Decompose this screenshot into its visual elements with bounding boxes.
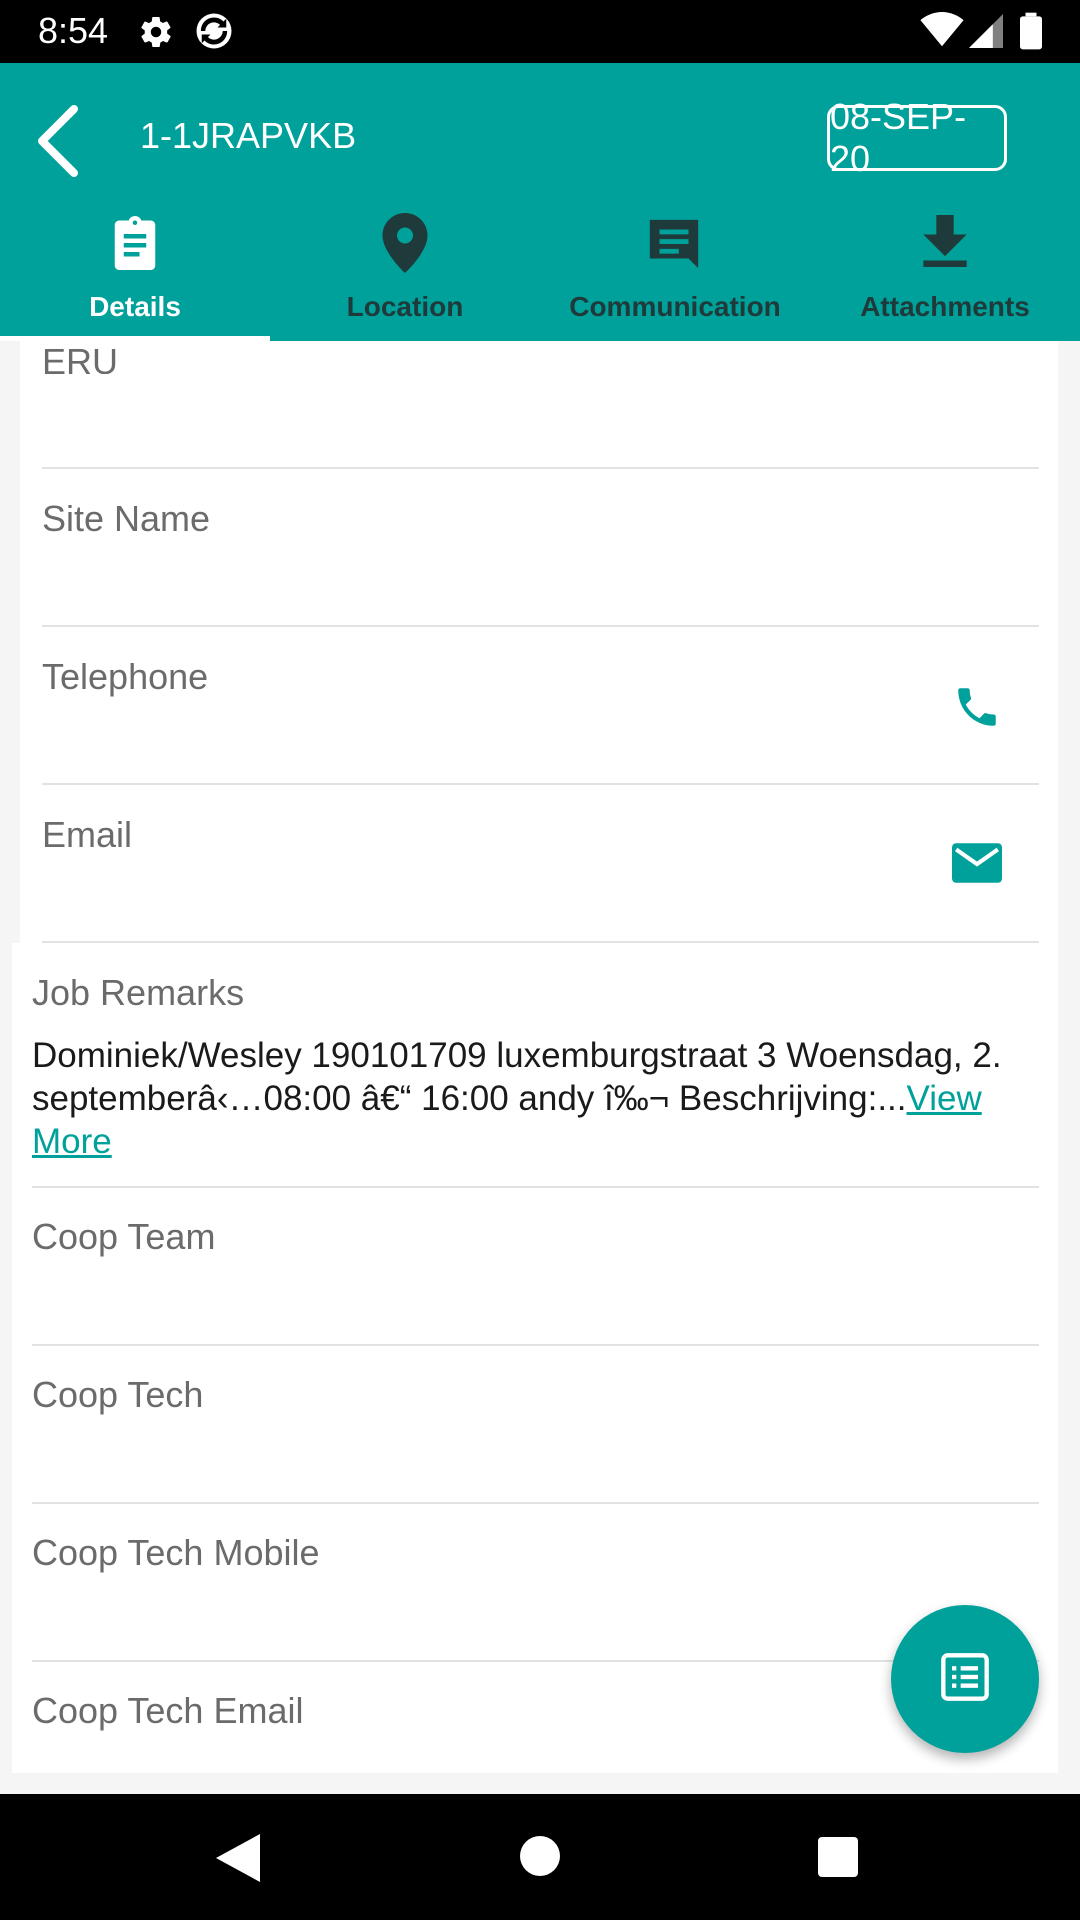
signal-icon xyxy=(968,14,1004,53)
divider xyxy=(42,625,1039,627)
job-remarks-text: Dominiek/Wesley 190101709 luxemburgstraa… xyxy=(32,1034,1032,1163)
coop-team-label: Coop Team xyxy=(32,1216,216,1257)
job-remarks-label: Job Remarks xyxy=(32,972,245,1013)
app-bar: 1-1JRAPVKB 08-SEP-20 Details Location Co… xyxy=(0,63,1080,341)
divider xyxy=(32,1502,1039,1504)
tab-location-label: Location xyxy=(346,291,464,322)
sync-app-icon xyxy=(193,10,235,57)
fab-list-button[interactable] xyxy=(891,1605,1039,1753)
nav-recents-icon[interactable] xyxy=(818,1837,858,1882)
status-time: 8:54 xyxy=(38,10,109,51)
tab-location[interactable]: Location xyxy=(270,63,540,341)
divider xyxy=(42,941,1039,943)
tab-attachments[interactable]: Attachments xyxy=(810,63,1080,341)
tab-details[interactable]: Details xyxy=(0,63,270,341)
divider xyxy=(32,1344,1039,1346)
nav-home-icon[interactable] xyxy=(520,1836,560,1881)
list-icon xyxy=(939,1651,991,1708)
divider xyxy=(42,783,1039,785)
divider xyxy=(32,1186,1039,1188)
site-name-label: Site Name xyxy=(42,498,211,539)
nav-back-icon[interactable] xyxy=(216,1834,260,1887)
tab-communication-label: Communication xyxy=(569,291,781,322)
telephone-label: Telephone xyxy=(42,656,209,697)
tab-attachments-label: Attachments xyxy=(860,291,1030,322)
mail-icon[interactable] xyxy=(952,843,1002,888)
battery-icon xyxy=(1020,12,1042,55)
job-remarks-body: Dominiek/Wesley 190101709 luxemburgstraa… xyxy=(32,1036,1002,1118)
message-icon xyxy=(645,215,703,278)
clipboard-icon xyxy=(108,213,162,278)
coop-tech-email-label: Coop Tech Email xyxy=(32,1690,304,1731)
coop-tech-mobile-label: Coop Tech Mobile xyxy=(32,1532,320,1573)
location-pin-icon xyxy=(382,213,428,278)
phone-icon[interactable] xyxy=(952,682,1002,737)
eru-label: ERU xyxy=(42,341,119,374)
divider xyxy=(32,1660,1039,1662)
system-nav-bar xyxy=(0,1794,1080,1920)
email-label: Email xyxy=(42,814,133,855)
download-icon xyxy=(922,215,968,272)
tab-communication[interactable]: Communication xyxy=(540,63,810,341)
status-bar: 8:54 xyxy=(0,0,1080,63)
wifi-icon xyxy=(920,12,964,53)
divider xyxy=(42,467,1039,469)
coop-tech-label: Coop Tech xyxy=(32,1374,204,1415)
contact-card xyxy=(20,341,1058,943)
tab-details-label: Details xyxy=(89,291,181,322)
settings-icon xyxy=(138,14,174,55)
